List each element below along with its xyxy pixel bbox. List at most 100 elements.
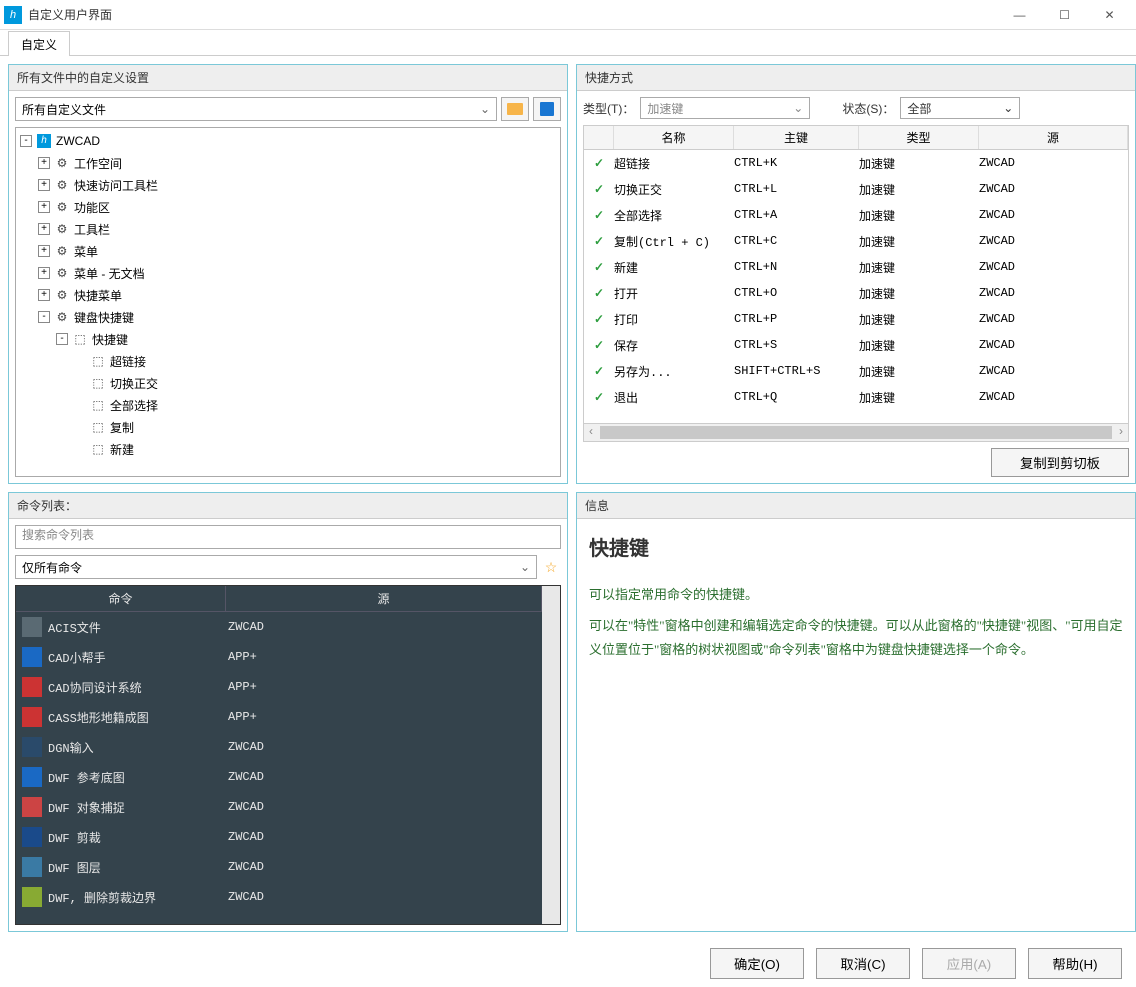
cell-command: DWF 剪裁 bbox=[48, 829, 228, 846]
app-icon: h bbox=[4, 6, 22, 24]
table-row[interactable]: ✓ 打印 CTRL+P 加速键 ZWCAD bbox=[584, 306, 1128, 332]
table-row[interactable]: CAD协同设计系统 APP+ bbox=[16, 672, 542, 702]
file-dropdown[interactable]: 所有自定义文件 ⌄ bbox=[15, 97, 497, 121]
minimize-button[interactable]: — bbox=[997, 1, 1042, 29]
tree-row[interactable]: ⬚ 超链接 bbox=[16, 350, 560, 372]
save-button[interactable] bbox=[533, 97, 561, 121]
cell-source: ZWCAD bbox=[228, 860, 264, 874]
table-row[interactable]: ✓ 新建 CTRL+N 加速键 ZWCAD bbox=[584, 254, 1128, 280]
open-folder-button[interactable] bbox=[501, 97, 529, 121]
tree-icon: ⚙ bbox=[54, 156, 70, 170]
tree-row[interactable]: ⬚ 全部选择 bbox=[16, 394, 560, 416]
type-dropdown[interactable]: 加速键 ⌄ bbox=[640, 97, 810, 119]
tree-row[interactable]: + ⚙ 工具栏 bbox=[16, 218, 560, 240]
cell-key: CTRL+S bbox=[734, 338, 859, 352]
tree-toggle[interactable]: + bbox=[38, 223, 50, 235]
table-row[interactable]: ✓ 打开 CTRL+O 加速键 ZWCAD bbox=[584, 280, 1128, 306]
tree-toggle[interactable]: + bbox=[38, 289, 50, 301]
tree-row[interactable]: ⬚ 新建 bbox=[16, 438, 560, 460]
table-row[interactable]: DWF 参考底图 ZWCAD bbox=[16, 762, 542, 792]
tree-row[interactable]: + ⚙ 菜单 bbox=[16, 240, 560, 262]
cell-type: 加速键 bbox=[859, 233, 979, 250]
tree-row[interactable]: + ⚙ 快捷菜单 bbox=[16, 284, 560, 306]
search-input[interactable]: 搜索命令列表 bbox=[15, 525, 561, 549]
filter-dropdown[interactable]: 仅所有命令 ⌄ bbox=[15, 555, 537, 579]
copy-clipboard-button[interactable]: 复制到剪切板 bbox=[991, 448, 1129, 477]
tree-toggle[interactable]: + bbox=[38, 201, 50, 213]
tree-icon: ⬚ bbox=[90, 354, 106, 368]
tree-toggle[interactable]: - bbox=[20, 135, 32, 147]
col-name[interactable]: 名称 bbox=[614, 126, 734, 149]
maximize-button[interactable]: ☐ bbox=[1042, 1, 1087, 29]
panel-header: 信息 bbox=[577, 493, 1135, 519]
table-row[interactable]: ✓ 另存为... SHIFT+CTRL+S 加速键 ZWCAD bbox=[584, 358, 1128, 384]
cell-source: ZWCAD bbox=[979, 286, 1015, 300]
col-type[interactable]: 类型 bbox=[859, 126, 979, 149]
state-label: 状态(S)： bbox=[842, 100, 894, 117]
help-button[interactable]: 帮助(H) bbox=[1028, 948, 1122, 979]
cell-command: CAD协同设计系统 bbox=[48, 679, 228, 696]
tree-row[interactable]: + ⚙ 工作空间 bbox=[16, 152, 560, 174]
table-row[interactable]: ✓ 全部选择 CTRL+A 加速键 ZWCAD bbox=[584, 202, 1128, 228]
tree-row[interactable]: - ⬚ 快捷键 bbox=[16, 328, 560, 350]
command-icon bbox=[22, 677, 42, 697]
tree-row[interactable]: - h ZWCAD bbox=[16, 130, 560, 152]
tab-customize[interactable]: 自定义 bbox=[8, 31, 70, 56]
table-row[interactable]: DWF 对象捕捉 ZWCAD bbox=[16, 792, 542, 822]
tree-label: 菜单 bbox=[74, 243, 98, 260]
col-source[interactable]: 源 bbox=[979, 126, 1128, 149]
table-row[interactable]: DGN输入 ZWCAD bbox=[16, 732, 542, 762]
command-icon bbox=[22, 617, 42, 637]
tree-icon: ⚙ bbox=[54, 178, 70, 192]
tree-toggle[interactable]: + bbox=[38, 157, 50, 169]
table-row[interactable]: ✓ 超链接 CTRL+K 加速键 ZWCAD bbox=[584, 150, 1128, 176]
col-source[interactable]: 源 bbox=[226, 586, 542, 611]
table-row[interactable]: CASS地形地籍成图 APP+ bbox=[16, 702, 542, 732]
star-icon[interactable]: ☆ bbox=[541, 559, 561, 576]
tree-row[interactable]: + ⚙ 功能区 bbox=[16, 196, 560, 218]
command-body[interactable]: ACIS文件 ZWCAD CAD小帮手 APP+ CAD协同设计系统 APP+ … bbox=[16, 612, 542, 912]
table-row[interactable]: ACIS文件 ZWCAD bbox=[16, 612, 542, 642]
table-row[interactable]: ✓ 复制(Ctrl + C) CTRL+C 加速键 ZWCAD bbox=[584, 228, 1128, 254]
h-scrollbar[interactable]: ‹ › bbox=[584, 423, 1128, 441]
table-row[interactable]: DWF 剪裁 ZWCAD bbox=[16, 822, 542, 852]
tree-toggle[interactable]: + bbox=[38, 267, 50, 279]
ok-button[interactable]: 确定(O) bbox=[710, 948, 804, 979]
tree-row[interactable]: + ⚙ 快速访问工具栏 bbox=[16, 174, 560, 196]
table-row[interactable]: CAD小帮手 APP+ bbox=[16, 642, 542, 672]
shortcuts-body[interactable]: ✓ 超链接 CTRL+K 加速键 ZWCAD ✓ 切换正交 CTRL+L 加速键… bbox=[584, 150, 1128, 423]
table-row[interactable]: DWF 图层 ZWCAD bbox=[16, 852, 542, 882]
cancel-button[interactable]: 取消(C) bbox=[816, 948, 910, 979]
tree-toggle[interactable]: + bbox=[38, 245, 50, 257]
tree-row[interactable]: - ⚙ 键盘快捷键 bbox=[16, 306, 560, 328]
save-icon bbox=[540, 102, 554, 116]
cell-name: 打印 bbox=[614, 311, 734, 328]
tree-toggle[interactable]: - bbox=[56, 333, 68, 345]
tree-label: ZWCAD bbox=[56, 134, 100, 148]
table-row[interactable]: ✓ 保存 CTRL+S 加速键 ZWCAD bbox=[584, 332, 1128, 358]
col-command[interactable]: 命令 bbox=[16, 586, 226, 611]
tree-toggle[interactable]: - bbox=[38, 311, 50, 323]
cell-key: CTRL+Q bbox=[734, 390, 859, 404]
command-icon bbox=[22, 737, 42, 757]
tree-toggle[interactable]: + bbox=[38, 179, 50, 191]
tree-row[interactable]: ⬚ 切换正交 bbox=[16, 372, 560, 394]
table-row[interactable]: ✓ 切换正交 CTRL+L 加速键 ZWCAD bbox=[584, 176, 1128, 202]
tree-label: 工具栏 bbox=[74, 221, 110, 238]
tree-row[interactable]: ⬚ 复制 bbox=[16, 416, 560, 438]
state-dropdown[interactable]: 全部 ⌄ bbox=[900, 97, 1020, 119]
table-row[interactable]: ✓ 退出 CTRL+Q 加速键 ZWCAD bbox=[584, 384, 1128, 410]
customization-tree[interactable]: - h ZWCAD + ⚙ 工作空间 + ⚙ 快速访问工具栏 + ⚙ 功能区 +… bbox=[15, 127, 561, 477]
cell-key: CTRL+N bbox=[734, 260, 859, 274]
tree-row[interactable]: + ⚙ 菜单 - 无文档 bbox=[16, 262, 560, 284]
dropdown-value: 全部 bbox=[907, 100, 931, 117]
apply-button[interactable]: 应用(A) bbox=[922, 948, 1016, 979]
tree-label: 功能区 bbox=[74, 199, 110, 216]
tree-icon: h bbox=[36, 134, 52, 148]
table-row[interactable]: DWF, 删除剪裁边界 ZWCAD bbox=[16, 882, 542, 912]
close-button[interactable]: ✕ bbox=[1087, 1, 1132, 29]
cell-key: CTRL+O bbox=[734, 286, 859, 300]
col-key[interactable]: 主键 bbox=[734, 126, 859, 149]
v-scrollbar[interactable] bbox=[542, 586, 560, 924]
command-icon bbox=[22, 857, 42, 877]
